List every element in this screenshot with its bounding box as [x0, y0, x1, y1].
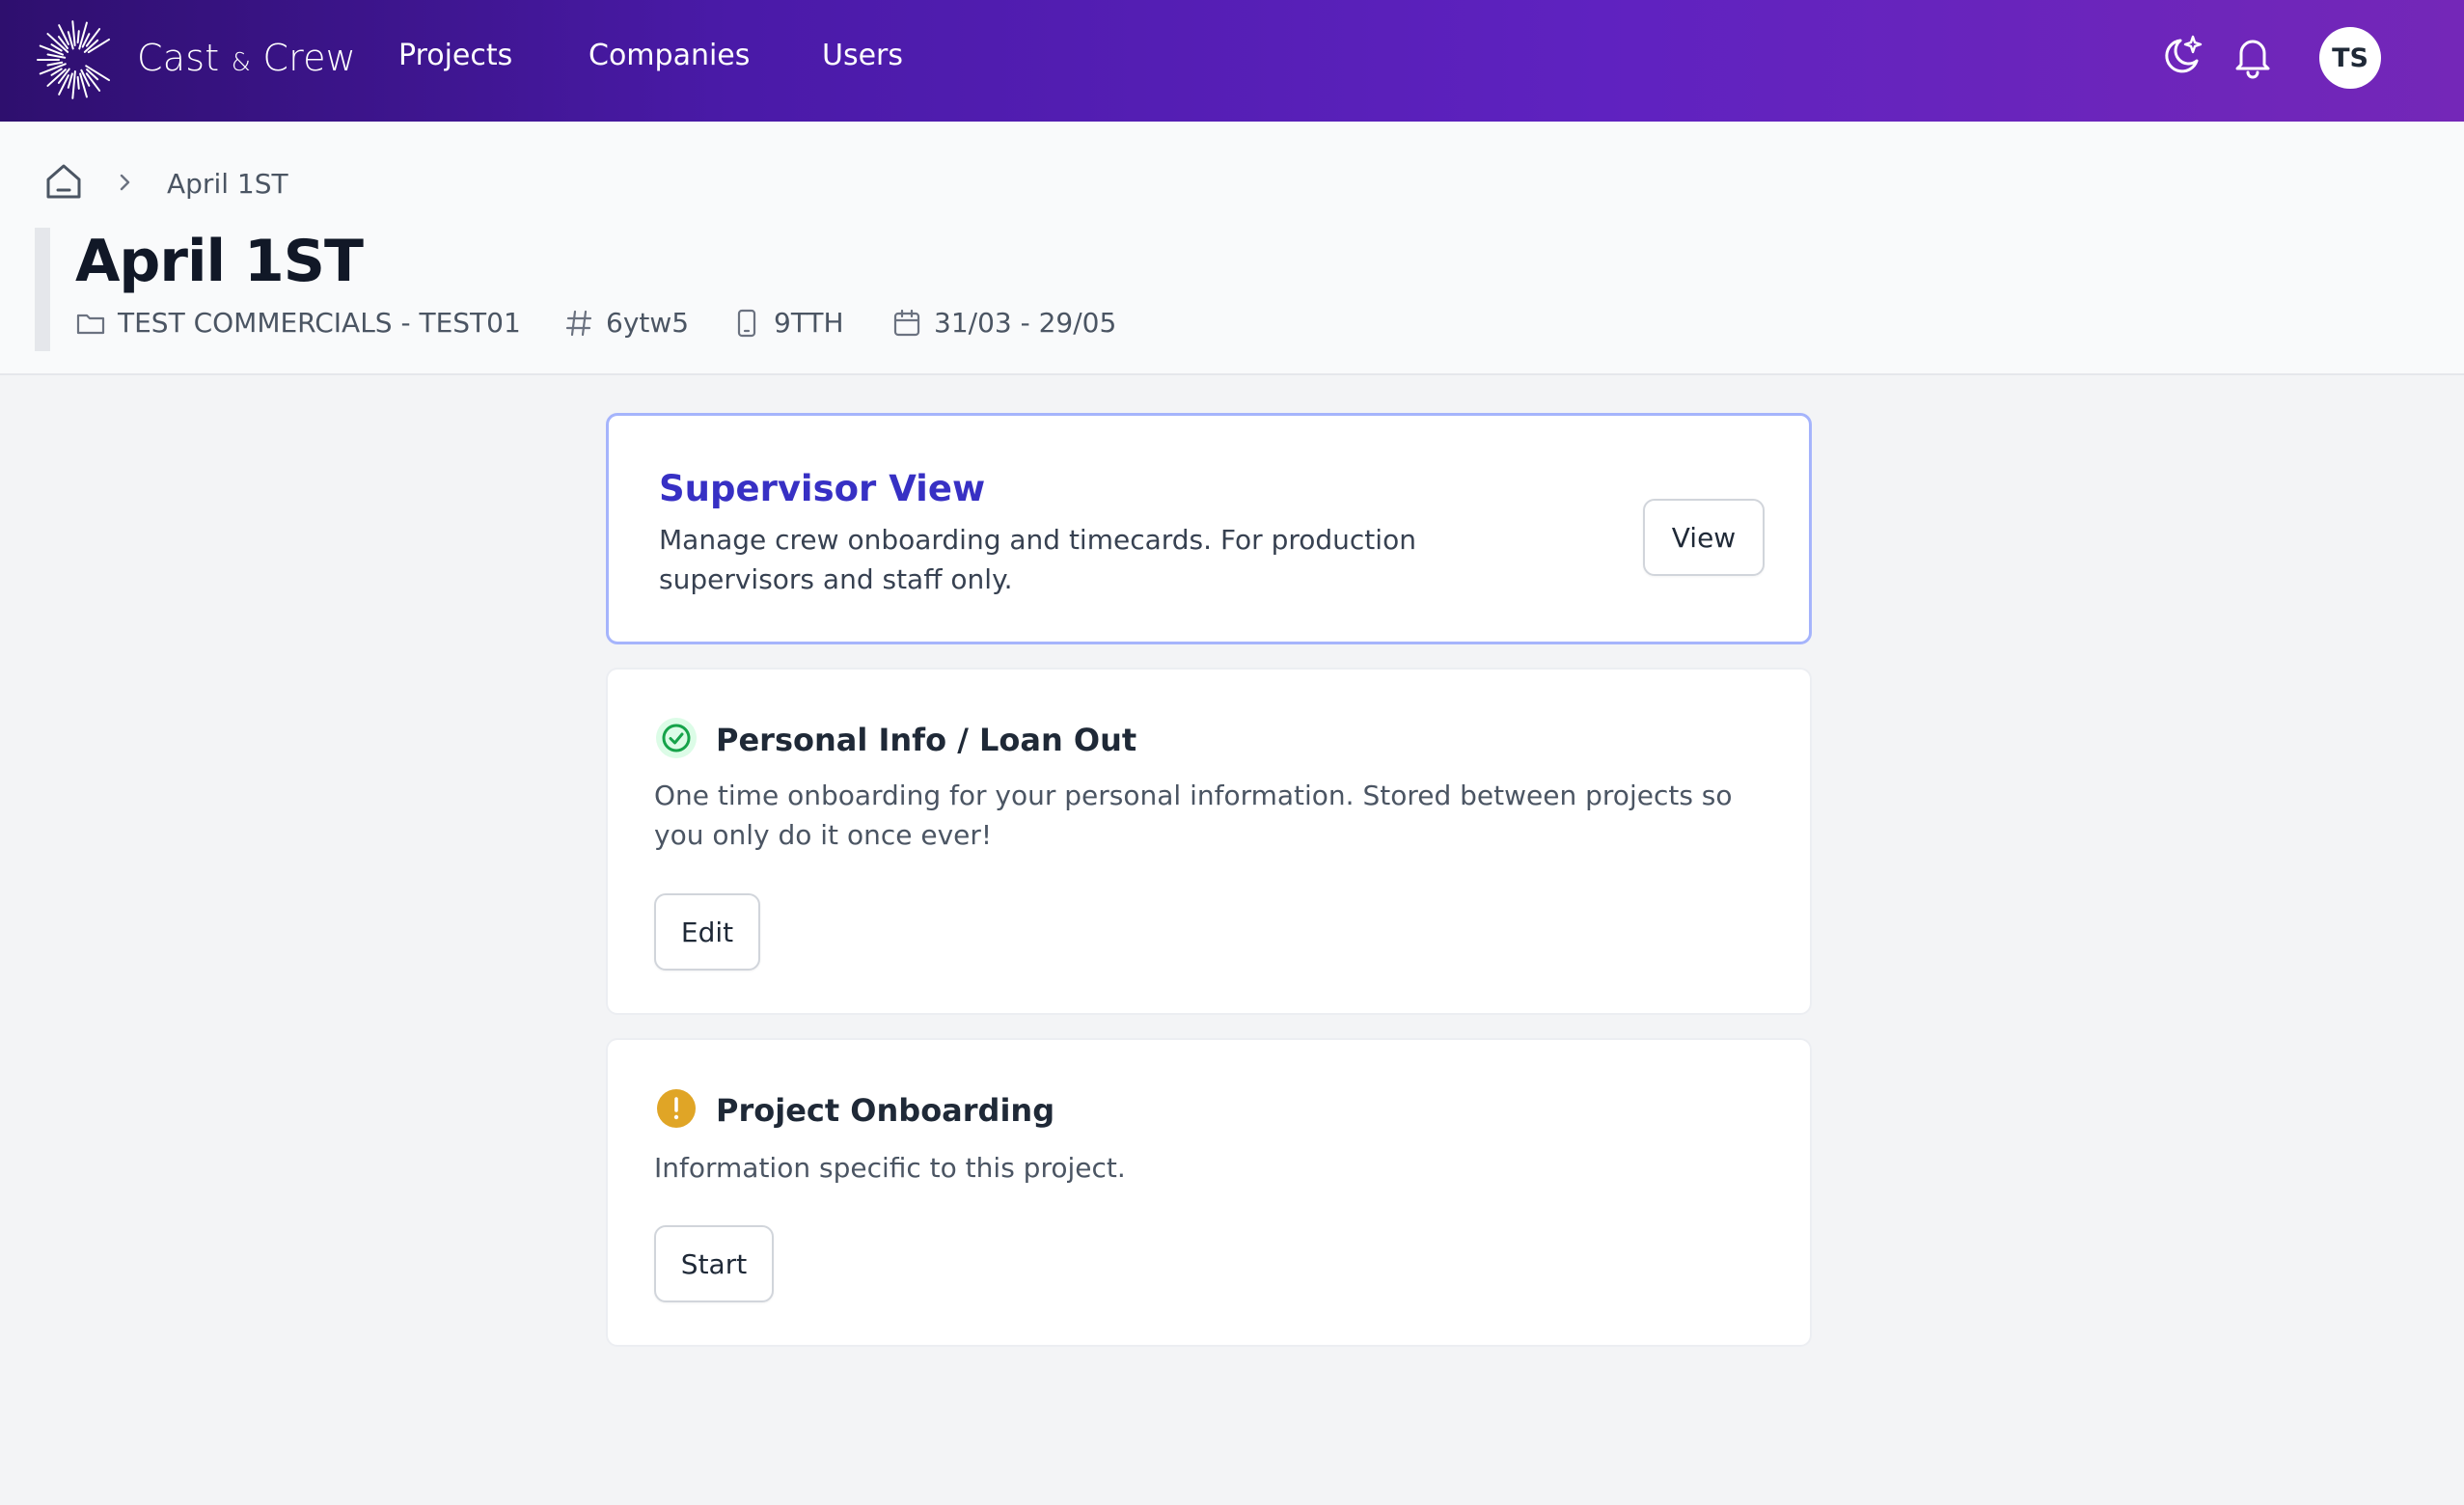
project-onboarding-title: Project Onboarding: [716, 1092, 1055, 1129]
personal-info-edit-button[interactable]: Edit: [654, 893, 760, 971]
brand-word-cast: Cast: [137, 37, 220, 79]
folder-icon: [76, 314, 105, 334]
personal-info-description: One time onboarding for your personal in…: [654, 780, 1733, 851]
brand-name[interactable]: Cast & Crew: [137, 37, 356, 79]
supervisor-view-button[interactable]: View: [1643, 499, 1765, 576]
supervisor-view-title[interactable]: Supervisor View: [659, 468, 985, 509]
nav-companies-link[interactable]: Companies: [589, 39, 750, 72]
cast-and-crew-logo-icon[interactable]: [35, 15, 118, 104]
meta-code-text: 6ytw5: [606, 307, 690, 339]
nav-users-link[interactable]: Users: [822, 39, 903, 72]
moon-sparkle-icon[interactable]: [2157, 32, 2205, 80]
supervisor-view-card: Supervisor View Manage crew onboarding a…: [606, 413, 1812, 644]
home-icon[interactable]: [42, 160, 85, 203]
meta-device: 9TTH: [731, 307, 844, 339]
check-circle-icon: [656, 718, 697, 758]
chevron-right-icon: [120, 174, 130, 191]
bell-icon[interactable]: [2229, 32, 2277, 80]
phone-icon: [737, 309, 756, 337]
meta-dates-text: 31/03 - 29/05: [934, 307, 1117, 339]
exclamation-circle-icon: [657, 1089, 696, 1128]
breadcrumb-current: April 1ST: [167, 168, 288, 200]
calendar-icon: [893, 309, 920, 336]
meta-code: 6ytw5: [563, 307, 689, 339]
personal-info-card: Personal Info / Loan Out One time onboar…: [606, 668, 1812, 1015]
brand-ampersand: &: [231, 48, 252, 77]
top-navigation-bar: Cast & Crew Projects Companies Users TS: [0, 0, 2464, 122]
project-onboarding-card: Project Onboarding Information specific …: [606, 1038, 1812, 1347]
personal-info-title: Personal Info / Loan Out: [716, 722, 1137, 758]
meta-company-text: TEST COMMERCIALS - TEST01: [118, 307, 521, 339]
page-title: April 1ST: [75, 228, 364, 295]
user-avatar[interactable]: TS: [2319, 27, 2381, 89]
meta-dates: 31/03 - 29/05: [891, 307, 1116, 339]
meta-company: TEST COMMERCIALS - TEST01: [75, 307, 521, 339]
supervisor-view-description: Manage crew onboarding and timecards. Fo…: [659, 524, 1416, 595]
brand-word-crew: Crew: [262, 37, 356, 79]
project-onboarding-description: Information specific to this project.: [654, 1152, 1126, 1184]
title-accent-bar: [35, 228, 50, 351]
page-header: April 1ST April 1ST TEST COMMERCIALS - T…: [0, 122, 2464, 375]
meta-device-text: 9TTH: [774, 307, 844, 339]
hash-icon: [565, 310, 592, 336]
project-onboarding-start-button[interactable]: Start: [654, 1225, 774, 1302]
nav-projects-link[interactable]: Projects: [398, 39, 512, 72]
